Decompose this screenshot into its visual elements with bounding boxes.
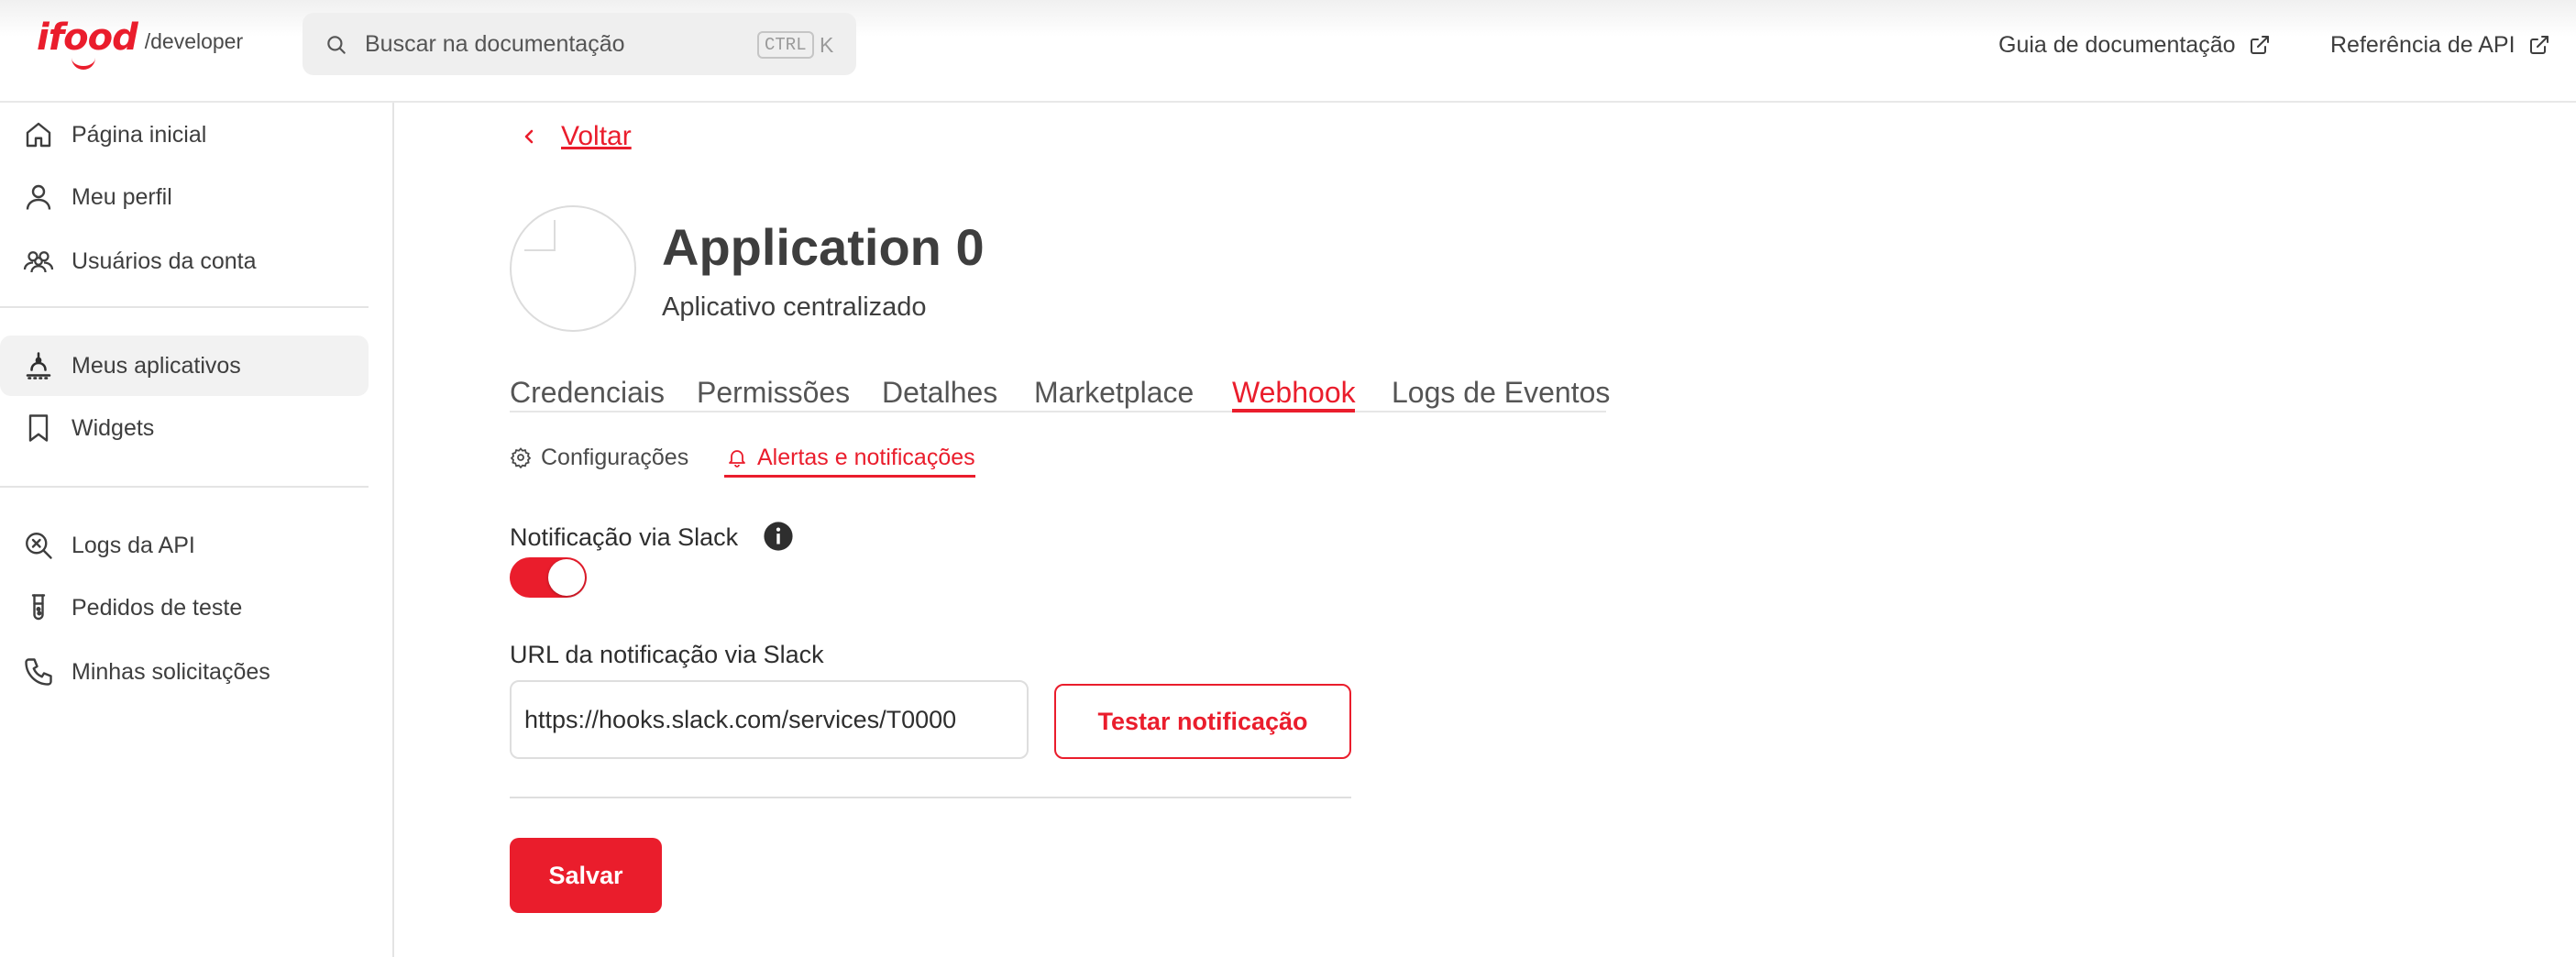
docs-guide-label: Guia de documentação bbox=[1998, 32, 2236, 58]
test-tube-icon bbox=[31, 594, 46, 621]
bookmark-icon bbox=[28, 414, 49, 442]
sidebar-item-label: Usuários da conta bbox=[72, 248, 257, 274]
active-subtab-indicator bbox=[724, 475, 975, 478]
test-notification-button[interactable]: Testar notificação bbox=[1054, 684, 1351, 759]
apps-icon bbox=[26, 352, 51, 380]
subtab-label: Alertas e notificações bbox=[757, 444, 975, 470]
logo-wordmark: ifood bbox=[37, 16, 138, 59]
page-title: Application 0 bbox=[662, 218, 985, 276]
sidebar: Página inicial Meu perfil Usuários da co… bbox=[0, 103, 394, 957]
slack-url-input[interactable] bbox=[510, 680, 1029, 759]
shortcut-k-key: K bbox=[820, 33, 834, 57]
active-tab-indicator bbox=[1232, 409, 1355, 412]
sidebar-item-label: Minhas solicitações bbox=[72, 658, 270, 685]
search-box[interactable]: Buscar na documentação CTRL K bbox=[303, 13, 856, 75]
back-link[interactable]: Voltar bbox=[519, 116, 632, 158]
search-icon bbox=[327, 36, 346, 54]
sidebar-item-label: Widgets bbox=[72, 414, 155, 441]
logs-search-icon bbox=[26, 533, 52, 559]
bell-icon bbox=[729, 450, 745, 468]
tab-marketplace[interactable]: Marketplace bbox=[1034, 370, 1194, 414]
save-button[interactable]: Salvar bbox=[510, 838, 662, 913]
sidebar-item-label: Pedidos de teste bbox=[72, 594, 243, 621]
home-icon bbox=[26, 122, 51, 148]
sidebar-divider bbox=[0, 486, 369, 488]
subtab-configuracoes[interactable]: Configurações bbox=[510, 438, 688, 477]
back-label: Voltar bbox=[561, 121, 632, 151]
tab-permissoes[interactable]: Permissões bbox=[697, 370, 850, 414]
shortcut-ctrl-badge: CTRL bbox=[757, 31, 814, 59]
external-link-icon bbox=[2250, 36, 2269, 54]
sidebar-divider bbox=[0, 306, 369, 308]
sidebar-item-label: Logs da API bbox=[72, 532, 195, 558]
search-placeholder: Buscar na documentação bbox=[365, 31, 625, 57]
tab-webhook[interactable]: Webhook bbox=[1232, 370, 1356, 414]
slack-toggle-label: Notificação via Slack bbox=[510, 523, 739, 551]
sidebar-item-my-apps[interactable]: Meus aplicativos bbox=[0, 336, 369, 396]
app-avatar bbox=[510, 205, 636, 332]
gear-icon bbox=[510, 447, 532, 468]
tab-credenciais[interactable]: Credenciais bbox=[510, 370, 665, 414]
external-link-icon bbox=[2529, 36, 2548, 54]
subtab-alertas-notificacoes[interactable]: Alertas e notificações bbox=[726, 438, 975, 477]
logo-smile bbox=[72, 57, 95, 70]
form-divider bbox=[510, 797, 1351, 798]
docs-guide-link[interactable]: Guia de documentação bbox=[1998, 22, 2271, 68]
sidebar-item-my-requests[interactable]: Minhas solicitações bbox=[0, 642, 369, 702]
sidebar-item-label: Meus aplicativos bbox=[72, 352, 241, 379]
phone-icon bbox=[25, 658, 52, 686]
sidebar-item-widgets[interactable]: Widgets bbox=[0, 398, 369, 458]
sidebar-item-test-orders[interactable]: Pedidos de teste bbox=[0, 578, 369, 638]
sidebar-item-label: Meu perfil bbox=[72, 183, 172, 210]
subtab-label: Configurações bbox=[541, 444, 689, 470]
user-icon bbox=[26, 184, 51, 210]
sidebar-item-home[interactable]: Página inicial bbox=[0, 104, 369, 165]
top-header: ifood /developer Buscar na documentação … bbox=[0, 0, 2576, 103]
toggle-knob bbox=[548, 559, 585, 596]
users-icon bbox=[23, 251, 54, 273]
sidebar-item-api-logs[interactable]: Logs da API bbox=[0, 515, 369, 576]
api-reference-link[interactable]: Referência de API bbox=[2330, 22, 2550, 68]
chevron-left-icon bbox=[524, 129, 534, 144]
logo-subtitle: /developer bbox=[144, 29, 244, 53]
sidebar-item-account-users[interactable]: Usuários da conta bbox=[0, 231, 369, 292]
tab-logs-de-eventos[interactable]: Logs de Eventos bbox=[1392, 370, 1610, 414]
tab-detalhes[interactable]: Detalhes bbox=[882, 370, 997, 414]
ifood-developer-logo[interactable]: ifood /developer bbox=[37, 16, 243, 72]
slack-notification-toggle[interactable] bbox=[510, 557, 587, 598]
app-subtitle: Aplicativo centralizado bbox=[662, 292, 927, 322]
sidebar-item-label: Página inicial bbox=[72, 121, 207, 148]
api-reference-label: Referência de API bbox=[2330, 32, 2515, 58]
slack-url-label: URL da notificação via Slack bbox=[510, 641, 824, 668]
sidebar-item-profile[interactable]: Meu perfil bbox=[0, 167, 369, 227]
info-icon[interactable] bbox=[763, 521, 794, 552]
avatar-placeholder-corner bbox=[524, 220, 556, 251]
tabs-baseline bbox=[510, 411, 1606, 412]
